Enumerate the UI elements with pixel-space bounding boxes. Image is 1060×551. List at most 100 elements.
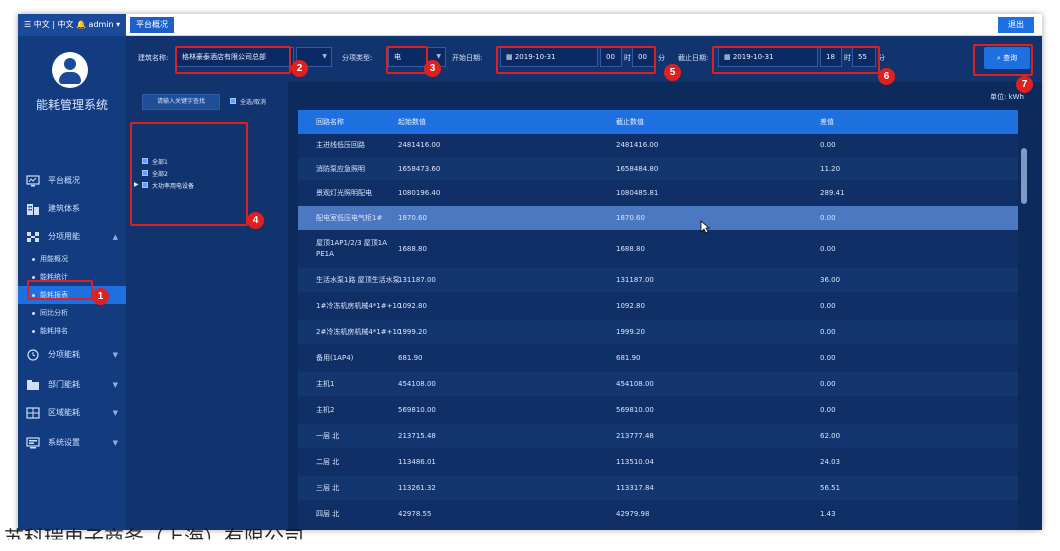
tab-platform-overview[interactable]: 平台概况 [130, 17, 174, 33]
table-row[interactable]: 消防泵应急照明 1658473.60 1658484.80 11.20 [298, 158, 1018, 180]
sidebar-item-subentry[interactable]: 分项用能 ▲ [18, 226, 126, 248]
select-all-label: 全选/取消 [240, 99, 267, 106]
table-row[interactable]: 主机2 569810.00 569810.00 0.00 [298, 398, 1018, 422]
sidebar-item-label: 分项能耗 [48, 350, 80, 359]
table-cell: 42978.55 [398, 510, 432, 518]
minute-unit-label: 分 [658, 54, 665, 62]
annotation-badge: 6 [878, 68, 895, 85]
table-row[interactable]: 配电室低压电气柜1# 1870.60 1870.60 0.00 [298, 206, 1018, 230]
table-cell: 1080485.81 [616, 189, 659, 197]
end-date-label: 截止日期: [678, 54, 709, 62]
sidebar-item-region[interactable]: 区域能耗 ▼ [18, 402, 126, 424]
column-header: 截止数值 [616, 118, 644, 126]
tree-search-input[interactable]: 请输入关键字查找 [142, 94, 220, 110]
table-row[interactable]: 主进线低压回路 2481416.00 2481416.00 0.00 [298, 134, 1018, 156]
table-cell: 569810.00 [616, 406, 654, 414]
table-cell: 681.90 [398, 354, 423, 362]
annotation-box [973, 44, 1033, 76]
table-cell: 备用(1AP4) [316, 354, 354, 362]
sidebar-item-label: 分项用能 [48, 232, 80, 241]
table-row[interactable]: 生活水泵1路 屋顶生活水泵 131187.00 131187.00 36.00 [298, 268, 1018, 292]
chevron-down-icon: ▼ [322, 53, 327, 60]
table-cell: 消防泵应急照明 [316, 165, 365, 173]
watermark: 苏科瑞电子商务（上海）有限公司 [4, 526, 304, 550]
sidebar-item-label: 部门能耗 [48, 380, 80, 389]
select-all-checkbox[interactable] [230, 98, 236, 104]
annotation-box [27, 280, 93, 300]
table-cell: 113261.32 [398, 484, 436, 492]
start-date-label: 开始日期: [452, 54, 483, 62]
table-cell: 0.00 [820, 214, 836, 222]
annotation-badge: 3 [424, 60, 441, 77]
exit-button[interactable]: 退出 [998, 17, 1034, 33]
table-cell: 1870.60 [398, 214, 427, 222]
table-cell: 131187.00 [398, 276, 436, 284]
network-icon [27, 232, 39, 242]
table-row[interactable]: 屋顶1AP1/2/3 屋顶1A PE1A 1688.80 1688.80 0.00 [298, 232, 1018, 266]
table-row[interactable]: 三层 北 113261.32 113317.84 56.51 [298, 476, 1018, 500]
chevron-down-icon: ▼ [112, 351, 118, 359]
table-row[interactable]: 2#冷冻机房机械4*1#+10 1999.20 1999.20 0.00 [298, 320, 1018, 344]
annotation-box [130, 122, 248, 226]
sidebar-item-platform[interactable]: 平台概况 [18, 170, 126, 192]
table-cell: 213777.48 [616, 432, 654, 440]
annotation-badge: 1 [92, 288, 109, 305]
table-cell: 1080196.40 [398, 189, 441, 197]
table-cell: 二层 北 [316, 458, 340, 466]
table-cell: 1999.20 [616, 328, 645, 336]
table-header: 回路名称 起始数值 截止数值 差值 [298, 110, 1018, 134]
table-row[interactable]: 景观灯光照明配电 1080196.40 1080485.81 289.41 [298, 182, 1018, 204]
clock-icon [27, 349, 39, 361]
sidebar-item-building[interactable]: 建筑体系 [18, 198, 126, 220]
column-header: 起始数值 [398, 118, 426, 126]
sidebar-sub-usage-overview[interactable]: 用能概况 [18, 250, 126, 268]
table-cell: 1688.80 [398, 245, 427, 253]
sidebar-sub-yoy-analysis[interactable]: 同比分析 [18, 304, 126, 322]
table-cell: 681.90 [616, 354, 641, 362]
table-row[interactable]: 四层 北 42978.55 42979.98 1.43 [298, 502, 1018, 526]
annotation-badge: 2 [291, 60, 308, 77]
table-cell: 0.00 [820, 380, 836, 388]
table-cell: 1658473.60 [398, 165, 441, 173]
table-cell: 213715.48 [398, 432, 436, 440]
building-icon [27, 204, 39, 215]
table-row[interactable]: 备用(1AP4) 681.90 681.90 0.00 [298, 346, 1018, 370]
sidebar-item-department[interactable]: 部门能耗 ▼ [18, 374, 126, 396]
table-scrollbar[interactable] [1021, 148, 1027, 204]
table-cell: 主机2 [316, 406, 335, 414]
table-cell: 1#冷冻机房机械4*1#+10 [316, 302, 402, 310]
table-cell: 1870.60 [616, 214, 645, 222]
sidebar-item-label: 建筑体系 [48, 204, 80, 213]
table-cell: 113486.01 [398, 458, 436, 466]
table-cell: 24.03 [820, 458, 841, 466]
table-cell: 主进线低压回路 [316, 141, 365, 149]
settings-icon [26, 437, 40, 449]
user-menu[interactable]: ☰ 中文 | 中文 🔔 admin ▾ [18, 14, 126, 36]
annotation-box [496, 46, 656, 74]
table-cell: 113317.84 [616, 484, 654, 492]
table-row[interactable]: 二层 北 113486.01 113510.04 24.03 [298, 450, 1018, 474]
table-cell: 屋顶1AP1/2/3 屋顶1A PE1A [316, 239, 388, 258]
system-name: 能耗管理系统 [35, 98, 108, 112]
table-cell: 四层 北 [316, 510, 340, 518]
table-cell: 0.00 [820, 328, 836, 336]
table-cell: 113510.04 [616, 458, 654, 466]
table-cell: 三层 北 [316, 484, 340, 492]
mouse-cursor-icon [700, 220, 710, 234]
table-cell: 2481416.00 [398, 141, 441, 149]
table-cell: 景观灯光照明配电 [316, 189, 372, 197]
top-bar: ☰ 中文 | 中文 🔔 admin ▾ 平台概况 退出 [18, 14, 1042, 36]
sidebar-sub-energy-ranking[interactable]: 能耗排名 [18, 322, 126, 340]
table-cell: 2#冷冻机房机械4*1#+10 [316, 328, 402, 336]
chevron-down-icon: ▼ [112, 409, 118, 417]
table-cell: 0.00 [820, 302, 836, 310]
table-row[interactable]: 1#冷冻机房机械4*1#+10 1092.80 1092.80 0.00 [298, 294, 1018, 318]
annotation-box [175, 46, 291, 74]
sidebar-item-settings[interactable]: 系统设置 ▼ [18, 432, 126, 454]
chevron-up-icon: ▲ [112, 233, 118, 241]
table-row[interactable]: 主机1 454108.00 454108.00 0.00 [298, 372, 1018, 396]
sidebar-item-sub-energy[interactable]: 分项能耗 ▼ [18, 344, 126, 366]
table-cell: 56.51 [820, 484, 841, 492]
table-cell: 0.00 [820, 406, 836, 414]
table-row[interactable]: 一层 北 213715.48 213777.48 62.00 [298, 424, 1018, 448]
